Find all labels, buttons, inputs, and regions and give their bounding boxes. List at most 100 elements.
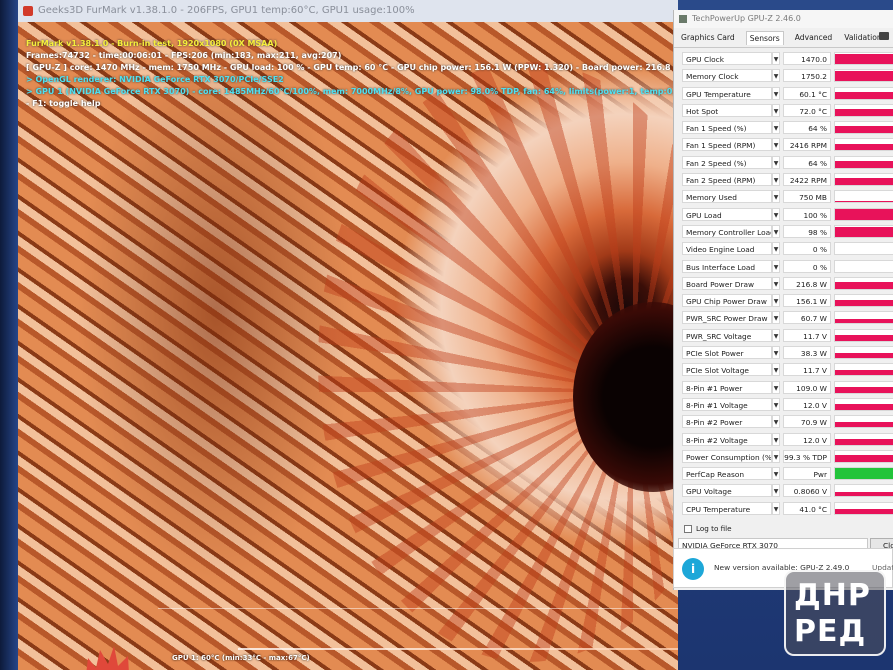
chevron-down-icon[interactable]: ▼ <box>772 449 780 463</box>
sensor-value: 60.7 W <box>783 311 831 325</box>
chevron-down-icon[interactable]: ▼ <box>772 484 780 498</box>
sensor-graph <box>834 155 893 169</box>
sensor-graph <box>834 242 893 256</box>
chevron-down-icon[interactable]: ▼ <box>772 242 780 256</box>
sensor-graph-fill <box>835 226 893 237</box>
chevron-down-icon[interactable]: ▼ <box>772 190 780 204</box>
sensor-value: 70.9 W <box>783 415 831 429</box>
sensor-name: Memory Controller Load <box>682 224 772 238</box>
sensor-name: PerfCap Reason <box>682 467 772 481</box>
sensor-graph-fill <box>835 108 893 116</box>
gpuz-tab-bar: Graphics Card Sensors Advanced Validatio… <box>674 28 893 48</box>
sensor-graph-fill <box>835 201 893 203</box>
chevron-down-icon[interactable]: ▼ <box>772 86 780 100</box>
watermark-logo: ДНР РЕД <box>784 570 886 656</box>
sensor-graph-fill <box>835 439 893 445</box>
chevron-down-icon[interactable]: ▼ <box>772 432 780 446</box>
overlay-line: FurMark v1.38.1.0 - Burn-in test, 1920x1… <box>26 39 278 48</box>
chevron-down-icon[interactable]: ▼ <box>772 155 780 169</box>
sensor-graph-fill <box>835 53 893 64</box>
gpuz-titlebar[interactable]: TechPowerUp GPU-Z 2.46.0 <box>674 10 893 28</box>
sensor-name: Memory Clock <box>682 69 772 83</box>
sensor-graph <box>834 432 893 446</box>
chevron-down-icon[interactable]: ▼ <box>772 467 780 481</box>
chevron-down-icon[interactable]: ▼ <box>772 259 780 273</box>
sensor-name: PWR_SRC Power Draw <box>682 311 772 325</box>
sensor-row: 8-Pin #1 Voltage ▼ 12.0 V <box>680 396 893 413</box>
sensor-value: 750 MB <box>783 190 831 204</box>
sensor-row: GPU Load ▼ 100 % <box>680 206 893 223</box>
furmark-app-icon <box>23 6 33 16</box>
sensor-row: PWR_SRC Power Draw ▼ 60.7 W <box>680 309 893 326</box>
chevron-down-icon[interactable]: ▼ <box>772 121 780 135</box>
chevron-down-icon[interactable]: ▼ <box>772 69 780 83</box>
chevron-down-icon[interactable]: ▼ <box>772 397 780 411</box>
sensor-name: Video Engine Load <box>682 242 772 256</box>
tab-graphics-card[interactable]: Graphics Card <box>680 31 736 44</box>
sensor-graph <box>834 259 893 273</box>
sensor-row: Memory Clock▼1750.2 MHz <box>680 67 893 94</box>
tab-validation[interactable]: Validation <box>843 31 883 44</box>
sensor-row: Power Consumption (%) ▼ 99.3 % TDP <box>680 448 893 465</box>
chevron-down-icon[interactable]: ▼ <box>772 103 780 117</box>
chevron-down-icon[interactable]: ▼ <box>772 346 780 360</box>
tab-sensors[interactable]: Sensors <box>745 30 784 45</box>
screenshot-camera-icon[interactable] <box>879 32 889 40</box>
log-to-file-option[interactable]: Log to file <box>684 524 732 533</box>
sensor-row: PWR_SRC Voltage ▼ 11.7 V <box>680 327 893 344</box>
sensor-row: GPU Voltage ▼ 0.8060 V <box>680 482 893 499</box>
sensor-graph-fill <box>835 70 893 82</box>
sensor-name: Memory Used <box>682 190 772 204</box>
chevron-down-icon[interactable]: ▼ <box>772 276 780 290</box>
overlay-line: [ GPU-Z ] core: 1470 MHz - mem: 1750 MHz… <box>26 63 678 72</box>
sensor-value: 0.8060 V <box>783 484 831 498</box>
sensor-value: 11.7 V <box>783 328 831 342</box>
chevron-down-icon[interactable]: ▼ <box>772 207 780 221</box>
watermark-line-1: ДНР <box>794 578 871 613</box>
chevron-down-icon[interactable]: ▼ <box>772 138 780 152</box>
sensor-value: 100 % <box>783 207 831 221</box>
sensor-value: 2416 RPM <box>783 138 831 152</box>
chevron-down-icon[interactable]: ▼ <box>772 501 780 515</box>
chevron-down-icon[interactable]: ▼ <box>772 415 780 429</box>
chevron-down-icon[interactable]: ▼ <box>772 311 780 325</box>
sensor-graph-fill <box>835 335 893 341</box>
tab-advanced[interactable]: Advanced <box>794 31 834 44</box>
sensor-graph-fill <box>835 369 893 376</box>
sensor-list: GPU Clock▼1470.0 MHzMemory Clock▼1750.2 … <box>680 50 893 517</box>
sensor-value: 11.7 V <box>783 363 831 377</box>
sensor-value: 64 % <box>783 121 831 135</box>
overlay-line: - F1: toggle help <box>26 99 101 108</box>
sensor-value: 12.0 V <box>783 397 831 411</box>
chevron-down-icon[interactable]: ▼ <box>772 380 780 394</box>
sensor-graph <box>834 415 893 429</box>
chevron-down-icon[interactable]: ▼ <box>772 294 780 308</box>
chevron-down-icon[interactable]: ▼ <box>772 363 780 377</box>
sensor-row: Hot Spot ▼ 72.0 °C <box>680 102 893 119</box>
chevron-down-icon[interactable]: ▼ <box>772 173 780 187</box>
log-to-file-checkbox[interactable] <box>684 524 692 533</box>
sensor-name: GPU Clock <box>682 52 772 65</box>
sensor-graph <box>834 121 893 135</box>
sensor-name: Fan 1 Speed (RPM) <box>682 138 772 152</box>
chevron-down-icon[interactable]: ▼ <box>772 52 780 65</box>
sensor-name: Board Power Draw <box>682 276 772 290</box>
sensor-name: GPU Chip Power Draw <box>682 294 772 308</box>
sensor-graph-fill <box>835 282 893 289</box>
sensor-graph-fill <box>835 92 893 99</box>
furmark-titlebar[interactable]: Geeks3D FurMark v1.38.1.0 - 206FPS, GPU1… <box>18 0 678 22</box>
sensor-value: 1750.2 MHz <box>783 69 831 94</box>
sensor-graph-fill <box>835 318 893 324</box>
sensor-row: Fan 2 Speed (RPM) ▼ 2422 RPM <box>680 171 893 188</box>
sensor-name: 8-Pin #1 Power <box>682 380 772 394</box>
furmark-window: Geeks3D FurMark v1.38.1.0 - 206FPS, GPU1… <box>18 0 678 670</box>
sensor-name: 8-Pin #2 Voltage <box>682 432 772 446</box>
sensor-graph <box>834 138 893 152</box>
sensor-row: Bus Interface Load ▼ 0 % <box>680 258 893 275</box>
sensor-value: 156.1 W <box>783 294 831 308</box>
watermark-line-2: РЕД <box>794 614 867 649</box>
sensor-value: 64 % <box>783 155 831 169</box>
chevron-down-icon[interactable]: ▼ <box>772 328 780 342</box>
sensor-graph <box>834 328 893 342</box>
chevron-down-icon[interactable]: ▼ <box>772 224 780 238</box>
